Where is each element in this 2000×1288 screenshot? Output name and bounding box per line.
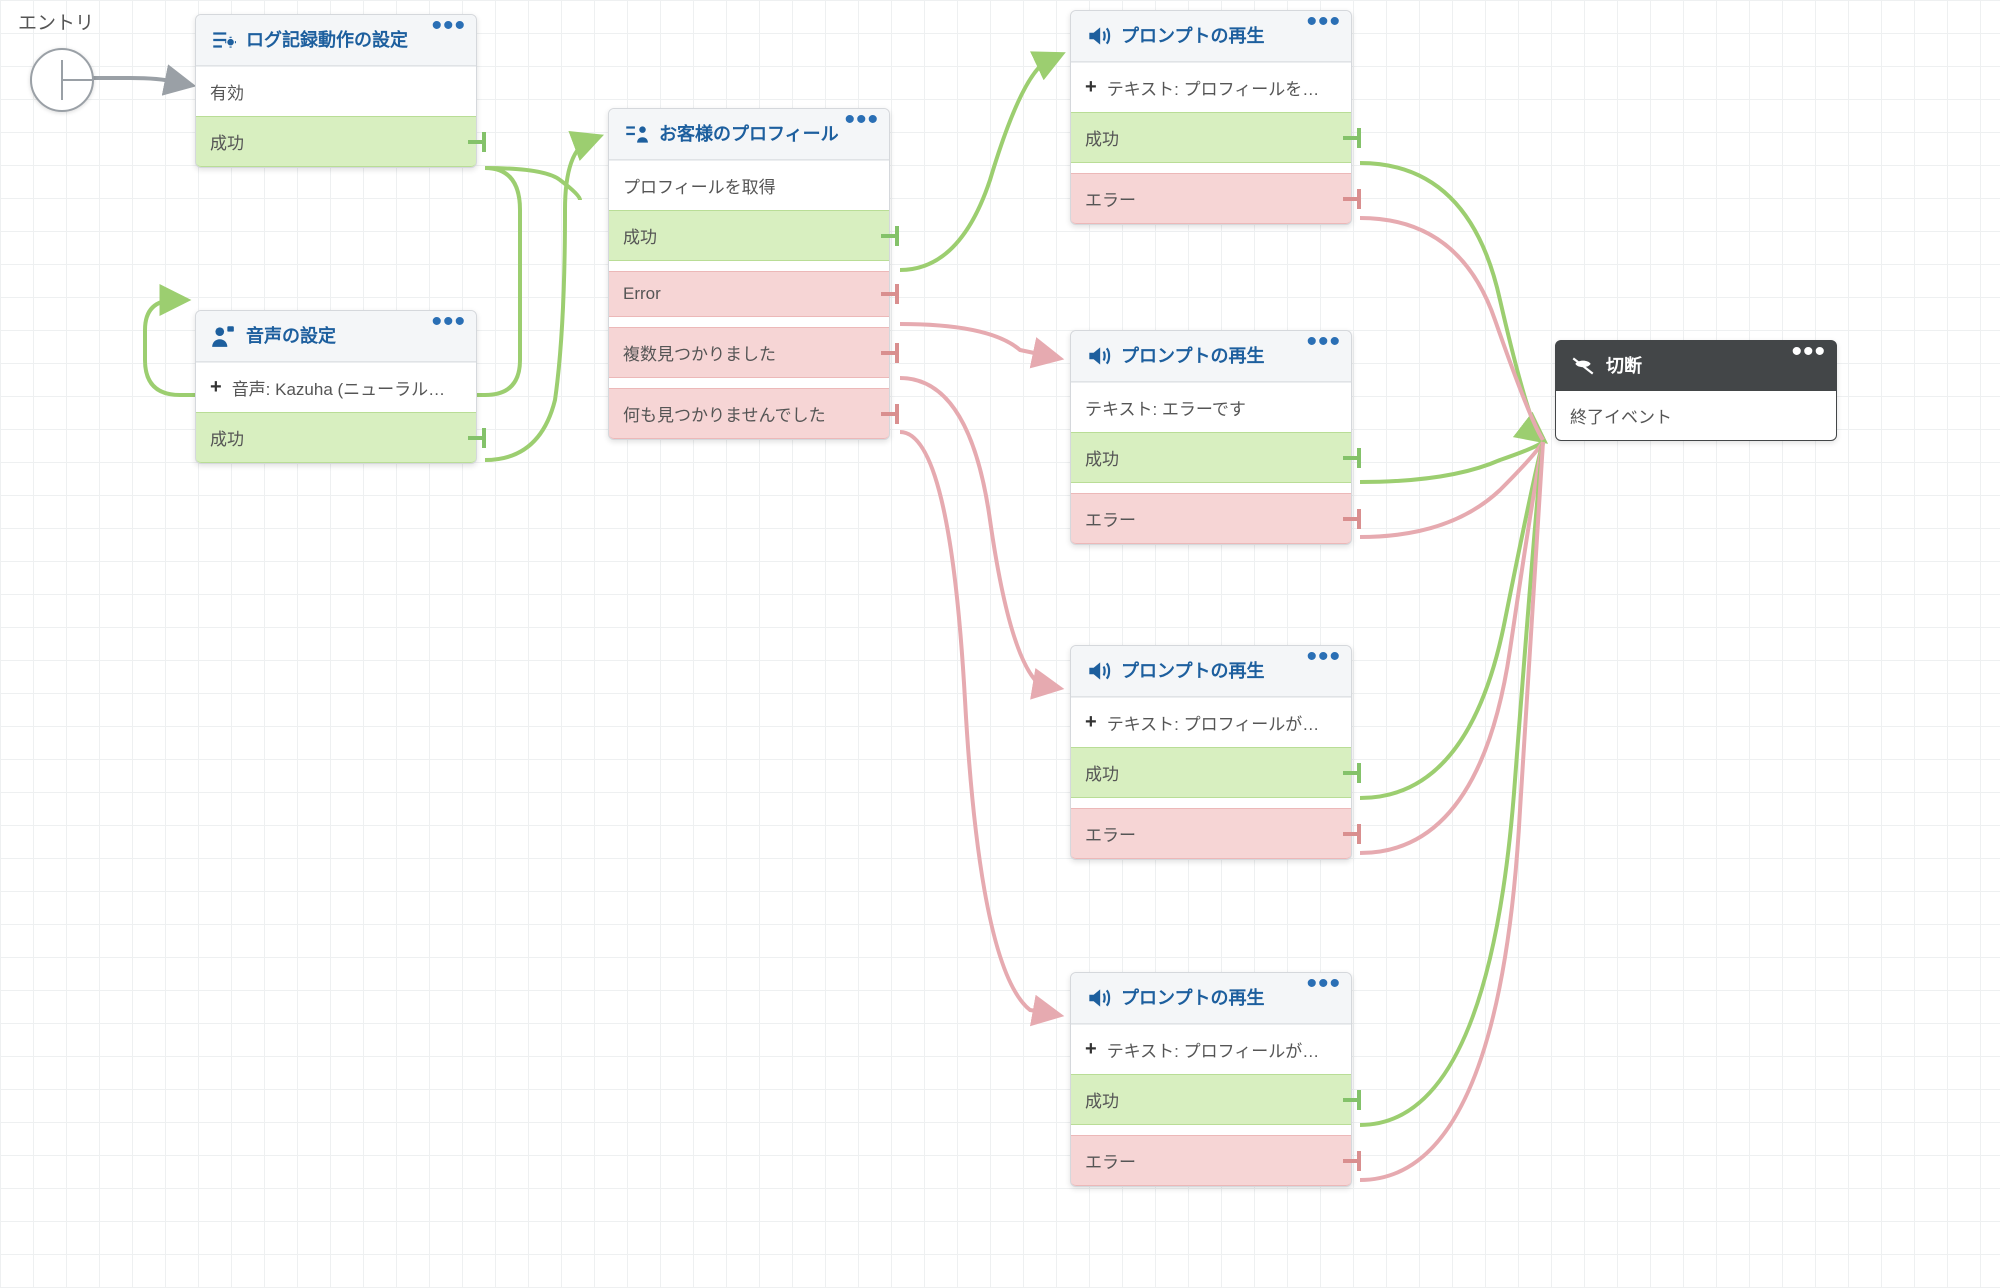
param-row: 終了イベント	[1556, 391, 1836, 440]
block-title: プロンプトの再生	[1121, 986, 1337, 1010]
outcome-none[interactable]: 何も見つかりませんでした	[609, 388, 889, 439]
param-row: テキスト: プロフィールを…	[1071, 62, 1351, 112]
flow-canvas[interactable]: エントリ ••• ログ記録動作の設定 有効 成功 ••• 音声の設定 音声: K…	[0, 0, 2000, 1288]
entry-label: エントリ	[18, 8, 94, 35]
more-icon[interactable]: •••	[431, 21, 466, 31]
more-icon[interactable]: •••	[1306, 652, 1341, 662]
outcome-success[interactable]: 成功	[1071, 112, 1351, 163]
entry-node[interactable]	[30, 48, 94, 112]
outcome-success[interactable]: 成功	[196, 116, 476, 167]
outcome-success[interactable]: 成功	[1071, 432, 1351, 483]
block-title: ログ記録動作の設定	[246, 28, 462, 52]
outcome-success[interactable]: 成功	[196, 412, 476, 463]
connection-layer	[0, 0, 2000, 1288]
outcome-success[interactable]: 成功	[1071, 747, 1351, 798]
param-row: テキスト: プロフィールが…	[1071, 1024, 1351, 1074]
block-prompt-3[interactable]: ••• プロンプトの再生 テキスト: プロフィールが… 成功 エラー	[1070, 645, 1352, 860]
param-row: プロフィールを取得	[609, 160, 889, 210]
speaker-icon	[1085, 23, 1111, 49]
settings-list-icon	[210, 27, 236, 53]
outcome-error[interactable]: エラー	[1071, 808, 1351, 859]
block-title: プロンプトの再生	[1121, 344, 1337, 368]
block-title: 音声の設定	[246, 324, 462, 348]
more-icon[interactable]: •••	[1791, 347, 1826, 357]
outcome-multiple[interactable]: 複数見つかりました	[609, 327, 889, 378]
outcome-error[interactable]: エラー	[1071, 493, 1351, 544]
block-profile[interactable]: ••• お客様のプロフィール プロフィールを取得 成功 Error 複数見つかり…	[608, 108, 890, 440]
block-prompt-2[interactable]: ••• プロンプトの再生 テキスト: エラーです 成功 エラー	[1070, 330, 1352, 545]
block-logging[interactable]: ••• ログ記録動作の設定 有効 成功	[195, 14, 477, 168]
more-icon[interactable]: •••	[1306, 337, 1341, 347]
block-title: 切断	[1606, 354, 1822, 378]
outcome-success[interactable]: 成功	[1071, 1074, 1351, 1125]
disconnect-icon	[1570, 353, 1596, 379]
voice-person-icon	[210, 323, 236, 349]
more-icon[interactable]: •••	[1306, 17, 1341, 27]
block-title: プロンプトの再生	[1121, 659, 1337, 683]
block-prompt-1[interactable]: ••• プロンプトの再生 テキスト: プロフィールを… 成功 エラー	[1070, 10, 1352, 225]
outcome-error[interactable]: エラー	[1071, 173, 1351, 224]
profile-list-icon	[623, 121, 649, 147]
param-row: 音声: Kazuha (ニューラル…	[196, 362, 476, 412]
more-icon[interactable]: •••	[431, 317, 466, 327]
param-row: テキスト: エラーです	[1071, 382, 1351, 432]
more-icon[interactable]: •••	[1306, 979, 1341, 989]
block-prompt-4[interactable]: ••• プロンプトの再生 テキスト: プロフィールが… 成功 エラー	[1070, 972, 1352, 1187]
outcome-success[interactable]: 成功	[609, 210, 889, 261]
block-voice[interactable]: ••• 音声の設定 音声: Kazuha (ニューラル… 成功	[195, 310, 477, 464]
block-disconnect[interactable]: ••• 切断 終了イベント	[1555, 340, 1837, 441]
block-title: お客様のプロフィール	[659, 122, 875, 146]
outcome-error[interactable]: Error	[609, 271, 889, 317]
block-title: プロンプトの再生	[1121, 24, 1337, 48]
more-icon[interactable]: •••	[844, 115, 879, 125]
outcome-error[interactable]: エラー	[1071, 1135, 1351, 1186]
speaker-icon	[1085, 985, 1111, 1011]
speaker-icon	[1085, 658, 1111, 684]
speaker-icon	[1085, 343, 1111, 369]
param-row: 有効	[196, 66, 476, 116]
param-row: テキスト: プロフィールが…	[1071, 697, 1351, 747]
